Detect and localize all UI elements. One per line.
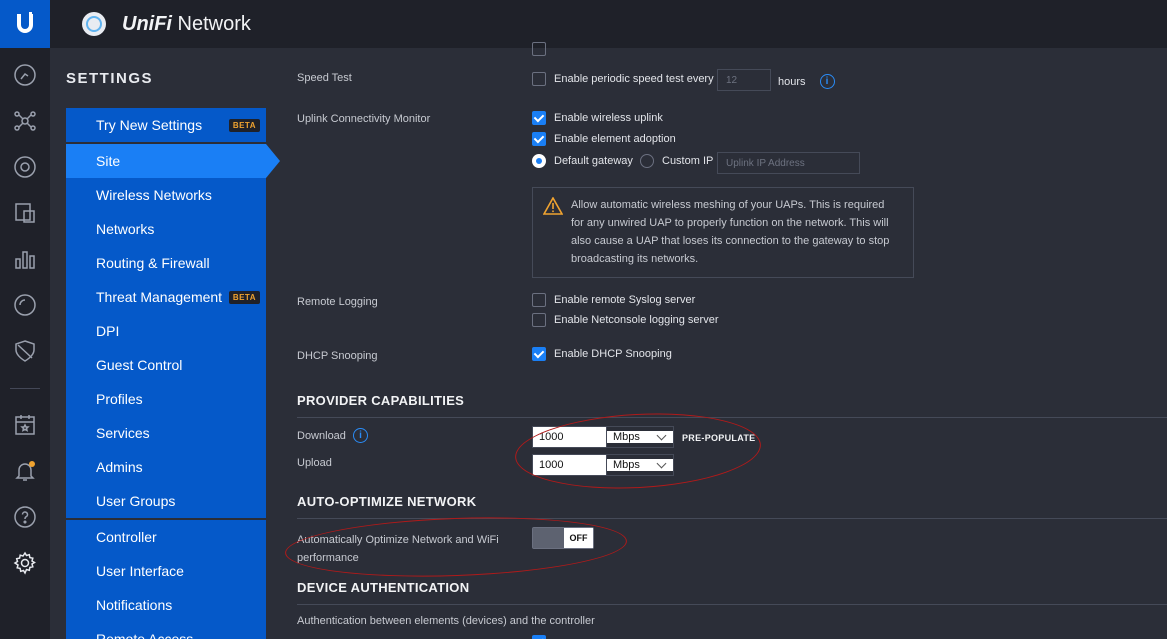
uplink-monitor-label: Uplink Connectivity Monitor [297, 113, 431, 125]
site-settings-content: Speed Test Enable periodic speed test ev… [284, 42, 1167, 639]
dhcp-snooping-label: DHCP Snooping [297, 350, 378, 362]
download-info-icon[interactable]: i [353, 428, 368, 443]
wireless-uplink-checkbox[interactable] [532, 111, 546, 125]
section-divider [297, 604, 1167, 605]
nav-admins[interactable]: Admins [66, 450, 266, 484]
icon-rail [0, 0, 50, 639]
alerts-icon[interactable] [13, 459, 37, 483]
help-icon[interactable] [13, 505, 37, 529]
settings-title: SETTINGS [66, 70, 154, 87]
nav-user-groups[interactable]: User Groups [66, 484, 266, 518]
devices-icon[interactable] [13, 155, 37, 179]
rail-divider [10, 388, 40, 389]
nav-profiles[interactable]: Profiles [66, 382, 266, 416]
nav-controller[interactable]: Controller [66, 520, 266, 554]
events-icon[interactable] [13, 413, 37, 437]
hours-label: hours [778, 75, 806, 88]
netconsole-label: Enable Netconsole logging server [554, 314, 719, 326]
provider-capabilities-title: PROVIDER CAPABILITIES [297, 393, 465, 408]
settings-icon[interactable] [13, 551, 37, 575]
dashboard-icon[interactable] [13, 63, 37, 87]
unifi-device-icon [82, 12, 106, 36]
device-auth-description: Authentication between elements (devices… [297, 615, 595, 627]
nav-user-interface[interactable]: User Interface [66, 554, 266, 588]
nav-site[interactable]: Site [66, 144, 280, 178]
insights-icon[interactable] [13, 293, 37, 317]
threat-icon[interactable] [13, 339, 37, 363]
beta-badge: BETA [228, 118, 260, 132]
default-gateway-label: Default gateway [554, 155, 633, 167]
dhcp-snooping-checkbox[interactable] [532, 347, 546, 361]
app-title: UniFi Network [122, 12, 251, 35]
wireless-uplink-label: Enable wireless uplink [554, 112, 663, 124]
speed-test-label: Speed Test [297, 72, 352, 84]
nav-routing-firewall[interactable]: Routing & Firewall [66, 246, 266, 280]
remote-logging-label: Remote Logging [297, 296, 378, 308]
device-authentication-title: DEVICE AUTHENTICATION [297, 580, 470, 595]
statistics-icon[interactable] [13, 247, 37, 271]
nav-notifications[interactable]: Notifications [66, 588, 266, 622]
top-bar: UniFi Network [50, 0, 1167, 48]
section-divider [297, 417, 1167, 418]
device-auth-checkbox[interactable] [532, 635, 546, 639]
custom-ip-radio[interactable] [640, 154, 654, 168]
speed-test-checkbox[interactable] [532, 72, 546, 86]
upload-label: Upload [297, 457, 332, 469]
syslog-label: Enable remote Syslog server [554, 294, 696, 306]
scrolled-checkbox[interactable] [532, 42, 546, 56]
nav-try-new-settings[interactable]: Try New Settings BETA [66, 108, 266, 142]
annotation-ellipse [513, 407, 763, 495]
element-adoption-label: Enable element adoption [554, 133, 676, 145]
auto-optimize-title: AUTO-OPTIMIZE NETWORK [297, 494, 477, 509]
nav-threat-management[interactable]: Threat Management BETA [66, 280, 266, 314]
nav-dpi[interactable]: DPI [66, 314, 266, 348]
beta-badge: BETA [228, 290, 260, 304]
netconsole-checkbox[interactable] [532, 313, 546, 327]
nav-remote-access[interactable]: Remote Access [66, 622, 266, 639]
nav-guest-control[interactable]: Guest Control [66, 348, 266, 382]
nav-wireless-networks[interactable]: Wireless Networks [66, 178, 266, 212]
dhcp-snooping-checkbox-label: Enable DHCP Snooping [554, 348, 672, 360]
info-icon[interactable]: i [819, 74, 835, 89]
warning-icon [542, 196, 564, 221]
custom-ip-label: Custom IP [662, 155, 714, 167]
uplink-ip-input[interactable]: Uplink IP Address [717, 152, 860, 174]
speed-test-interval-input[interactable]: 12 [717, 69, 771, 91]
default-gateway-radio[interactable] [532, 154, 546, 168]
annotation-ellipse [284, 512, 628, 582]
unifi-logo-icon[interactable] [0, 0, 50, 48]
nav-networks[interactable]: Networks [66, 212, 266, 246]
settings-nav: Try New Settings BETA Site Wireless Netwo… [66, 108, 280, 639]
element-adoption-checkbox[interactable] [532, 132, 546, 146]
download-label: Download [297, 430, 346, 442]
speed-test-checkbox-label: Enable periodic speed test every [554, 73, 714, 85]
wireless-meshing-warning: Allow automatic wireless meshing of your… [532, 187, 914, 278]
nav-services[interactable]: Services [66, 416, 266, 450]
warning-text: Allow automatic wireless meshing of your… [571, 199, 890, 265]
syslog-checkbox[interactable] [532, 293, 546, 307]
topology-icon[interactable] [13, 109, 37, 133]
clients-icon[interactable] [13, 201, 37, 225]
